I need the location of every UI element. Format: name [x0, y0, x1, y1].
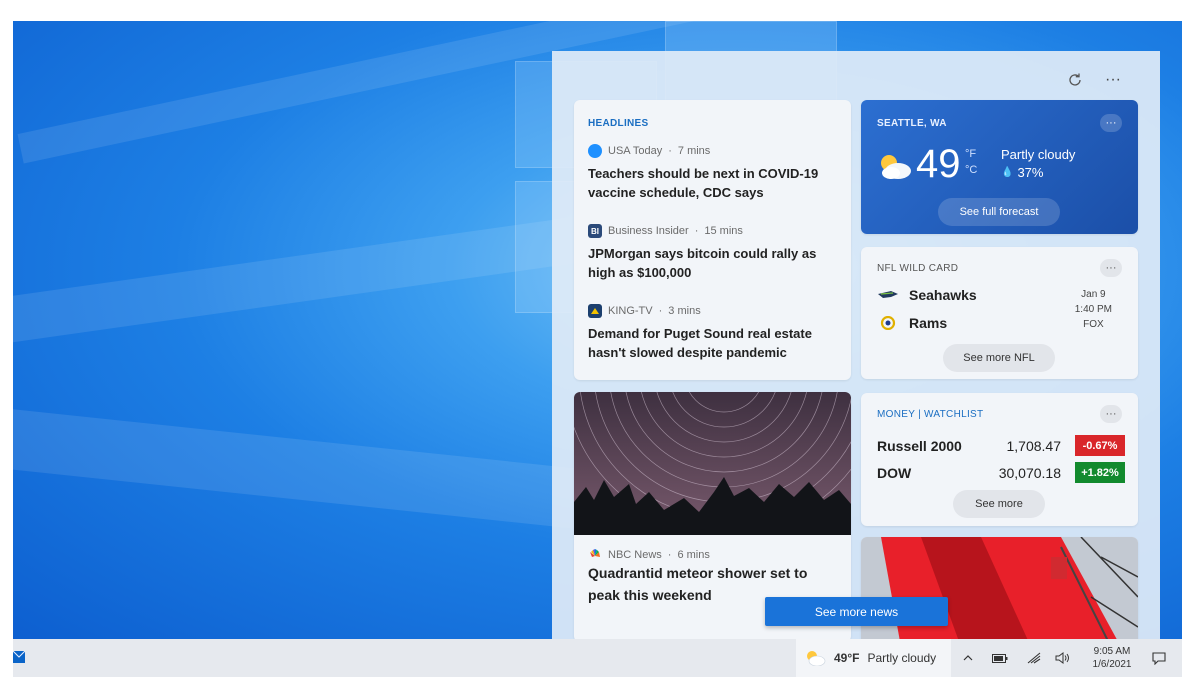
nfl-title: NFL WILD CARD — [877, 263, 959, 274]
notifications-icon[interactable] — [1147, 639, 1171, 677]
rams-logo-icon — [880, 316, 896, 330]
team-name: Seahawks — [909, 287, 977, 303]
volume-icon[interactable] — [1051, 639, 1075, 677]
panel-toolbar: ··· — [1064, 69, 1124, 91]
nfl-card: NFL WILD CARD ··· Seahawks Rams Jan 9 1:… — [861, 247, 1138, 379]
seahawks-logo-icon — [878, 291, 898, 298]
meteor-shower-photo — [574, 392, 851, 535]
mail-app-icon[interactable] — [13, 649, 31, 665]
taskbar-temperature: 49°F — [834, 651, 860, 665]
money-watchlist-card: MONEY | WATCHLIST ··· Russell 2000 1,708… — [861, 393, 1138, 526]
more-options-icon[interactable]: ··· — [1100, 259, 1122, 277]
team-name: Rams — [909, 315, 948, 331]
unit-fahrenheit[interactable]: °F — [965, 146, 977, 162]
news-source: USA Today — [608, 145, 663, 157]
refresh-icon[interactable] — [1064, 69, 1086, 91]
nbc-logo-icon — [590, 549, 600, 557]
stock-row[interactable]: DOW 30,070.18 +1.82% — [877, 462, 1125, 484]
news-source: NBC News — [608, 549, 662, 561]
stock-value: 30,070.18 — [998, 465, 1061, 481]
weather-card[interactable]: SEATTLE, WA ··· 49 °F °C Partly cloudy 💧… — [861, 100, 1138, 234]
separator-dot: · — [694, 225, 699, 237]
separator-dot: · — [667, 549, 672, 561]
stock-row[interactable]: Russell 2000 1,708.47 -0.67% — [877, 435, 1125, 457]
separator-dot: · — [668, 145, 672, 157]
news-item[interactable]: KING-TV · 3 mins Demand for Puget Sound … — [588, 304, 838, 362]
stock-name: Russell 2000 — [877, 438, 962, 454]
headlines-card: HEADLINES USA Today · 7 mins Teachers sh… — [574, 100, 851, 380]
news-time: 7 mins — [677, 145, 711, 157]
partly-cloudy-icon — [807, 651, 826, 666]
news-headline[interactable]: Teachers should be next in COVID-19 vacc… — [588, 164, 838, 202]
weather-location: SEATTLE, WA — [877, 118, 947, 129]
clock-date: 1/6/2021 — [1092, 659, 1132, 670]
news-time: 6 mins — [677, 549, 710, 561]
temperature: 49 — [916, 142, 961, 186]
more-options-icon[interactable]: ··· — [1100, 405, 1122, 423]
news-source: KING-TV — [608, 305, 653, 317]
taskbar-condition: Partly cloudy — [867, 651, 937, 665]
news-time: 15 mins — [704, 225, 743, 237]
news-source: Business Insider — [608, 225, 689, 237]
usa-today-logo-icon — [588, 144, 602, 158]
more-options-icon[interactable]: ··· — [1100, 114, 1122, 132]
see-more-button[interactable]: See more — [953, 490, 1045, 518]
stock-change-badge: -0.67% — [1075, 435, 1125, 456]
team-row[interactable]: Seahawks — [877, 287, 977, 303]
clock-time: 9:05 AM — [1093, 646, 1131, 657]
king-tv-logo-icon — [588, 304, 602, 318]
money-title: MONEY | WATCHLIST — [877, 409, 984, 420]
news-headline[interactable]: JPMorgan says bitcoin could rally as hig… — [588, 244, 838, 282]
business-insider-logo-icon: BI — [588, 224, 602, 238]
taskbar-clock[interactable]: 9:05 AM 1/6/2021 — [1082, 645, 1142, 671]
wifi-icon[interactable] — [1022, 639, 1046, 677]
taskbar: 49°F Partly cloudy 9:05 AM 1/6/2021 — [13, 639, 1182, 677]
temperature-units: °F °C — [965, 146, 977, 178]
news-source-row: NBC News · 6 mins — [588, 548, 710, 562]
game-time: 1:40 PM — [1074, 304, 1112, 315]
news-headline[interactable]: Demand for Puget Sound real estate hasn'… — [588, 324, 838, 362]
partly-cloudy-icon — [881, 155, 911, 179]
news-item[interactable]: USA Today · 7 mins Teachers should be ne… — [588, 144, 838, 202]
chevron-up-icon[interactable] — [957, 639, 979, 677]
game-info: Jan 9 1:40 PM FOX — [1075, 287, 1112, 332]
see-more-news-button[interactable]: See more news — [765, 597, 948, 626]
see-full-forecast-button[interactable]: See full forecast — [938, 198, 1060, 226]
news-interests-panel: ··· HEADLINES USA Today · 7 mins Teacher… — [552, 51, 1160, 641]
game-network: FOX — [1083, 319, 1104, 330]
stock-value: 1,708.47 — [1006, 438, 1062, 454]
precipitation: 37% — [1017, 165, 1044, 180]
game-date: Jan 9 — [1081, 289, 1106, 300]
weather-condition: Partly cloudy — [1001, 147, 1076, 162]
taskbar-weather-button[interactable]: 49°F Partly cloudy — [796, 639, 951, 677]
team-row[interactable]: Rams — [877, 315, 947, 331]
see-more-nfl-button[interactable]: See more NFL — [943, 344, 1055, 372]
news-item[interactable]: BI Business Insider · 15 mins JPMorgan s… — [588, 224, 838, 282]
news-time: 3 mins — [668, 305, 701, 317]
battery-icon[interactable] — [988, 639, 1012, 677]
raindrop-icon: 💧 — [1001, 167, 1014, 178]
stock-change-badge: +1.82% — [1075, 462, 1125, 483]
separator-dot: · — [658, 305, 663, 317]
unit-celsius[interactable]: °C — [965, 162, 977, 178]
stock-name: DOW — [877, 465, 912, 481]
weather-conditions: Partly cloudy 💧 37% — [1001, 146, 1075, 182]
headlines-title: HEADLINES — [588, 118, 649, 129]
more-icon[interactable]: ··· — [1102, 69, 1124, 91]
